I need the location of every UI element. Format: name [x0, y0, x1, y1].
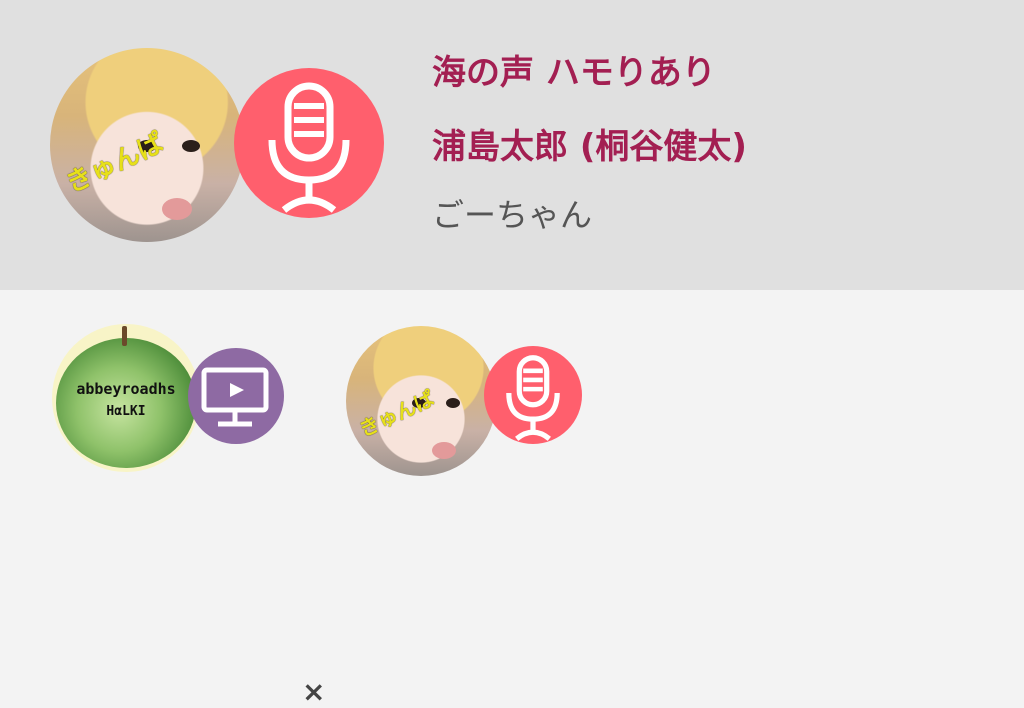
times-icon: × — [302, 675, 326, 708]
avatar-scribble-small: きゅんぱ — [355, 386, 438, 442]
apple-stem — [122, 326, 127, 346]
microphone-badge — [234, 68, 384, 218]
singer-avatar-small[interactable]: きゅんぱ — [346, 326, 496, 476]
microphone-icon — [268, 82, 350, 213]
collab-panel: abbeyroadhs HαLKI × きゅんぱ — [0, 290, 1024, 708]
microphone-icon — [506, 355, 560, 441]
avatar-mouth — [162, 198, 192, 220]
partner-avatar-text: abbeyroadhs — [76, 380, 176, 398]
avatar-scribble: きゅんぱ — [61, 128, 169, 200]
apple-image — [56, 338, 196, 468]
singer-name[interactable]: ごーちゃん — [432, 195, 592, 235]
partner-avatar[interactable]: abbeyroadhs HαLKI — [52, 324, 200, 472]
header-panel: きゅんぱ 海の声 ハモりあり 浦島太郎 (桐谷健太) ごーちゃん — [0, 0, 1024, 290]
avatar-eye-right — [446, 398, 460, 408]
original-artist[interactable]: 浦島太郎 (桐谷健太) — [432, 127, 747, 167]
video-monitor-icon — [201, 367, 269, 427]
microphone-badge-small — [484, 346, 582, 444]
song-title[interactable]: 海の声 ハモりあり — [432, 53, 716, 93]
singer-avatar[interactable]: きゅんぱ — [50, 48, 244, 242]
video-badge — [188, 348, 284, 444]
avatar-eye-right — [182, 140, 200, 152]
partner-avatar-subtext: HαLKI — [106, 404, 146, 419]
avatar-mouth — [432, 442, 456, 459]
